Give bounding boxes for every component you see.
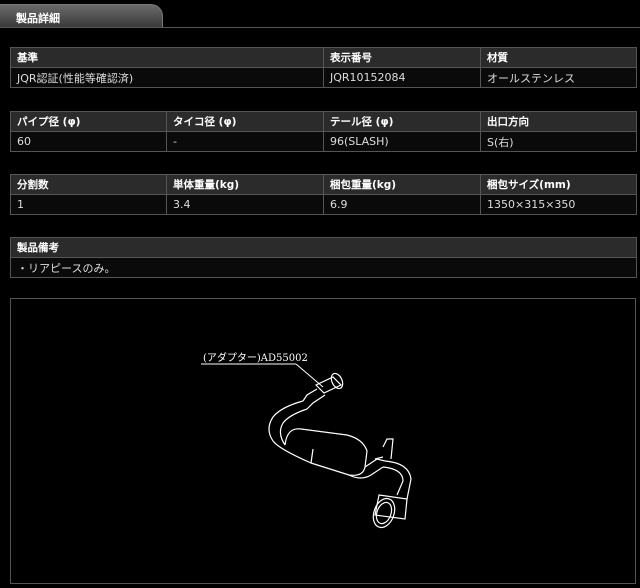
table-row: ・リアピースのみ。 <box>10 257 637 278</box>
header-unit-weight: 単体重量(kg) <box>166 174 324 195</box>
table-header-row: 製品備考 <box>10 237 637 258</box>
product-diagram: (アダプター)AD55002 <box>10 298 636 584</box>
header-pieces: 分割数 <box>10 174 167 195</box>
table-header-row: 分割数 単体重量(kg) 梱包重量(kg) 梱包サイズ(mm) <box>10 174 637 195</box>
section-header-tab: 製品詳細 <box>0 4 163 28</box>
table-row: JQR認証(性能等確認済) JQR10152084 オールステンレス <box>10 67 637 88</box>
header-material: 材質 <box>480 47 637 68</box>
value-package-size: 1350×315×350 <box>480 194 637 215</box>
header-tail-diameter: テール径 (φ) <box>323 111 481 132</box>
exhaust-pipe-outline <box>268 372 412 529</box>
table-header-row: パイプ径 (φ) タイコ径 (φ) テール径 (φ) 出口方向 <box>10 111 637 132</box>
spec-table-standard: 基準 表示番号 材質 JQR認証(性能等確認済) JQR10152084 オール… <box>10 47 637 88</box>
spec-table-diameters: パイプ径 (φ) タイコ径 (φ) テール径 (φ) 出口方向 60 - 96(… <box>10 111 637 152</box>
spec-table-notes: 製品備考 ・リアピースのみ。 <box>10 237 637 278</box>
value-pieces: 1 <box>10 194 167 215</box>
table-header-row: 基準 表示番号 材質 <box>10 47 637 68</box>
header-display-number: 表示番号 <box>323 47 481 68</box>
header-silencer-diameter: タイコ径 (φ) <box>166 111 324 132</box>
section-title: 製品詳細 <box>16 12 60 25</box>
value-pipe-diameter: 60 <box>10 131 167 152</box>
value-product-notes: ・リアピースのみ。 <box>10 257 637 278</box>
header-exit-direction: 出口方向 <box>480 111 637 132</box>
header-divider <box>0 27 640 28</box>
exhaust-drawing: (アダプター)AD55002 <box>201 351 412 529</box>
value-tail-diameter: 96(SLASH) <box>323 131 481 152</box>
header-pipe-diameter: パイプ径 (φ) <box>10 111 167 132</box>
adapter-label: (アダプター)AD55002 <box>203 351 308 364</box>
value-unit-weight: 3.4 <box>166 194 324 215</box>
value-silencer-diameter: - <box>166 131 324 152</box>
value-package-weight: 6.9 <box>323 194 481 215</box>
header-product-notes: 製品備考 <box>10 237 637 258</box>
value-exit-direction: S(右) <box>480 131 637 152</box>
header-package-size: 梱包サイズ(mm) <box>480 174 637 195</box>
spec-table-weights: 分割数 単体重量(kg) 梱包重量(kg) 梱包サイズ(mm) 1 3.4 6.… <box>10 174 637 215</box>
table-row: 1 3.4 6.9 1350×315×350 <box>10 194 637 215</box>
value-material: オールステンレス <box>480 67 637 88</box>
value-standard: JQR認証(性能等確認済) <box>10 67 324 88</box>
header-package-weight: 梱包重量(kg) <box>323 174 481 195</box>
table-row: 60 - 96(SLASH) S(右) <box>10 131 637 152</box>
header-standard: 基準 <box>10 47 324 68</box>
value-display-number: JQR10152084 <box>323 67 481 88</box>
